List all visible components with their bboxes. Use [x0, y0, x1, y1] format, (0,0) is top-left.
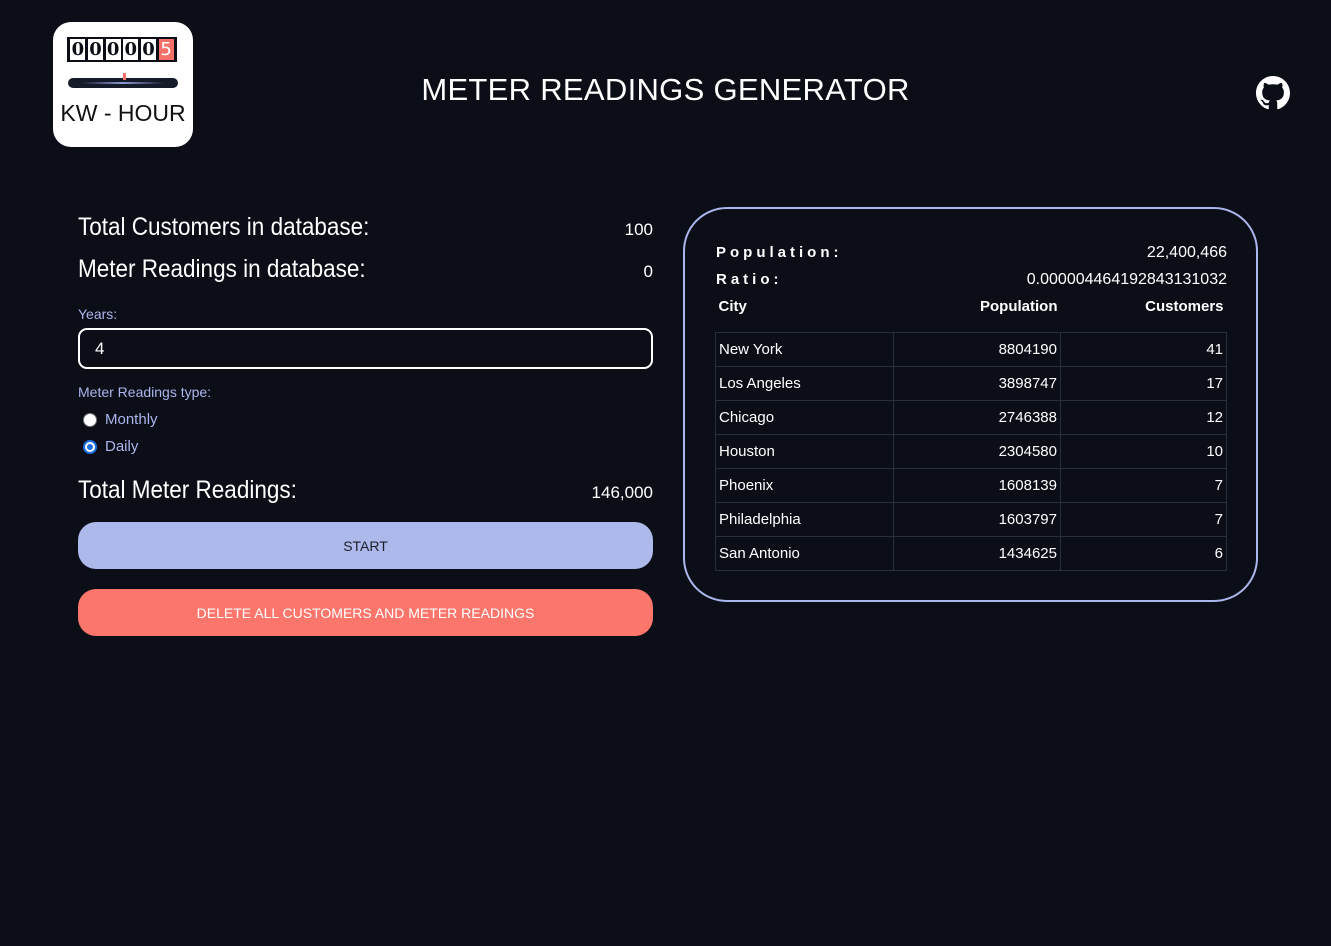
cell-population: 1608139 [893, 467, 1061, 503]
cell-population: 2304580 [893, 433, 1061, 469]
total-readings-stat: Total Meter Readings: 146,000 [78, 476, 653, 505]
radio-daily[interactable]: Daily [83, 438, 138, 455]
meter-digit: 0 [70, 39, 86, 60]
cell-city: Houston [715, 433, 894, 469]
ratio-label: Ratio: [716, 271, 783, 288]
readings-stat: Meter Readings in database: 0 [78, 255, 653, 284]
page-title: METER READINGS GENERATOR [421, 72, 910, 107]
population-panel: Population: 22,400,466 Ratio: 0.00000446… [683, 207, 1258, 602]
total-readings-value: 146,000 [591, 483, 653, 502]
cell-city: San Antonio [715, 535, 894, 571]
meter-digit: 0 [140, 39, 156, 60]
delete-all-button[interactable]: DELETE ALL CUSTOMERS AND METER READINGS [78, 589, 653, 636]
cell-customers: 10 [1060, 433, 1227, 469]
radio-daily-label: Daily [105, 438, 139, 455]
years-input[interactable] [78, 328, 653, 369]
cell-city: New York [715, 331, 894, 367]
population-value: 22,400,466 [1146, 244, 1227, 261]
column-header-population: Population [980, 298, 1058, 315]
cell-customers: 12 [1060, 399, 1227, 435]
readings-type-label: Meter Readings type: [78, 384, 212, 400]
table-row: Phoenix 1608139 7 [715, 467, 1227, 503]
years-label: Years: [78, 306, 118, 322]
cell-population: 8804190 [893, 331, 1061, 367]
cell-population: 1603797 [893, 501, 1061, 537]
radio-monthly[interactable]: Monthly [83, 411, 158, 428]
table-row: Philadelphia 1603797 7 [715, 501, 1227, 537]
cell-city: Phoenix [715, 467, 894, 503]
cell-population: 1434625 [893, 535, 1061, 571]
start-button[interactable]: START [78, 522, 653, 569]
cell-customers: 17 [1060, 365, 1227, 401]
customers-stat-value: 100 [624, 220, 653, 239]
column-header-customers: Customers [1145, 298, 1224, 315]
meter-digit-last: 5 [158, 39, 174, 60]
meter-digit: 0 [87, 39, 103, 60]
cities-table: City Population Customers New York 88041… [715, 294, 1227, 571]
customers-stat-label: Total Customers in database: [78, 213, 370, 241]
radio-daily-circle[interactable] [83, 439, 97, 454]
customers-stat: Total Customers in database: 100 [78, 213, 653, 242]
table-row: New York 8804190 41 [715, 331, 1227, 367]
meter-digit: 0 [123, 39, 139, 60]
readings-stat-value: 0 [643, 262, 653, 281]
cell-city: Los Angeles [715, 365, 894, 401]
table-row: Chicago 2746388 12 [715, 399, 1227, 435]
github-icon[interactable] [1256, 76, 1290, 110]
radio-monthly-circle[interactable] [83, 412, 97, 427]
population-label: Population: [716, 244, 843, 261]
ratio-row: Ratio: 0.000004464192843131032 [716, 271, 1227, 289]
cell-city: Philadelphia [715, 501, 894, 537]
table-row: San Antonio 1434625 6 [715, 535, 1227, 571]
cell-customers: 6 [1060, 535, 1227, 571]
total-readings-label: Total Meter Readings: [78, 476, 297, 504]
cell-city: Chicago [715, 399, 894, 435]
table-row: Los Angeles 3898747 17 [715, 365, 1227, 401]
github-icon-svg [1256, 76, 1290, 110]
cell-customers: 7 [1060, 501, 1227, 537]
readings-stat-label: Meter Readings in database: [78, 255, 366, 283]
ratio-value: 0.000004464192843131032 [1026, 271, 1227, 288]
table-row: Houston 2304580 10 [715, 433, 1227, 469]
cell-customers: 41 [1060, 331, 1227, 367]
meter-digit: 0 [105, 39, 121, 60]
radio-monthly-label: Monthly [105, 411, 158, 428]
table-header-row: City Population Customers [715, 294, 1227, 332]
population-row: Population: 22,400,466 [716, 244, 1227, 262]
meter-digits: 0 0 0 0 0 5 [67, 37, 177, 62]
cell-population: 3898747 [893, 365, 1061, 401]
cell-population: 2746388 [893, 399, 1061, 435]
column-header-city: City [718, 298, 747, 315]
cell-customers: 7 [1060, 467, 1227, 503]
